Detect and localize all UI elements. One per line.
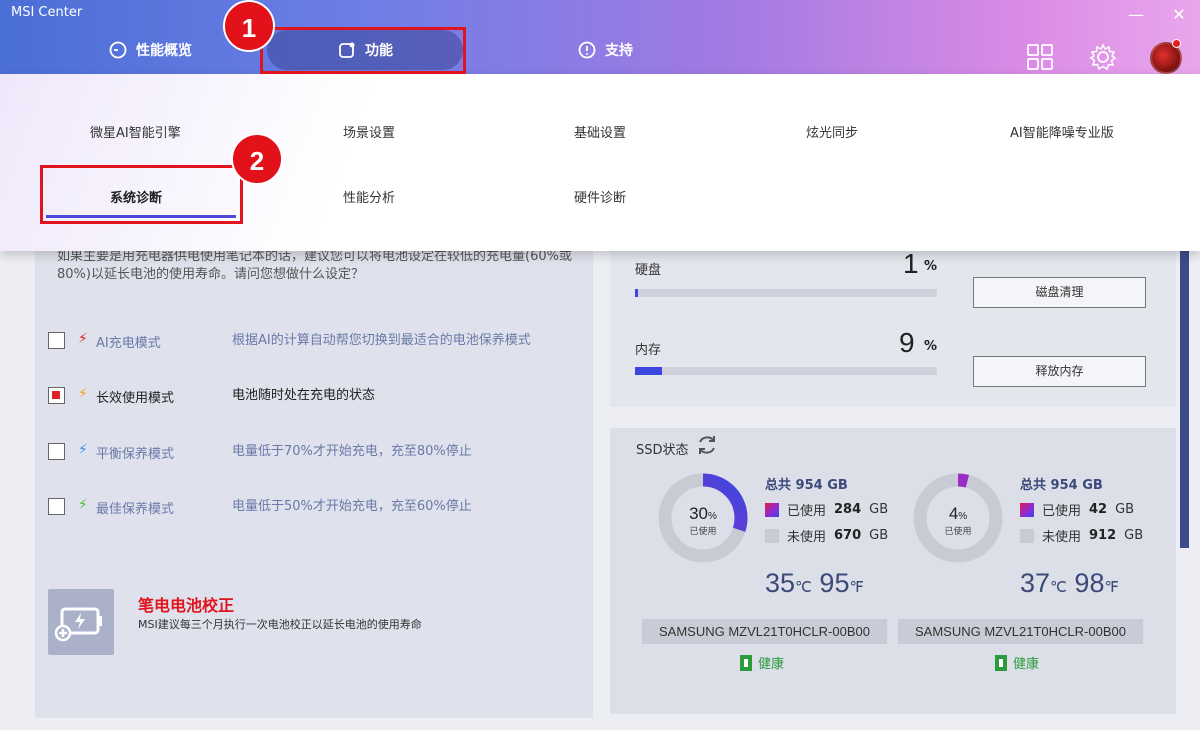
battery-option-balanced[interactable]: ⚡ 平衡保养模式 电量低于70%才开始充电，充至80%停止 — [48, 441, 588, 477]
free-memory-button[interactable]: 释放内存 — [973, 356, 1146, 387]
minimize-button[interactable]: — — [1125, 4, 1147, 26]
battery-option-best[interactable]: ⚡ 最佳保养模式 电量低于50%才开始充电，充至60%停止 — [48, 496, 588, 532]
ssd-used-row-2: 已使用 42 GB — [1020, 500, 1134, 519]
disk-usage-fill — [635, 289, 639, 297]
tab-performance-overview[interactable]: 性能概览 — [100, 30, 200, 70]
checkbox[interactable] — [48, 387, 65, 404]
health-icon — [995, 654, 1007, 671]
ssd-health-1: 健康 — [740, 653, 784, 672]
percent-unit: % — [708, 511, 717, 522]
title-bar: MSI Center — ✕ 性能概览 功能 支持 — [0, 0, 1200, 74]
percent-unit: % — [958, 511, 968, 522]
app-title: MSI Center — [11, 5, 83, 20]
ssd-total-2: 总共 954 GB — [1020, 478, 1103, 493]
free-swatch — [765, 528, 779, 543]
checkbox[interactable] — [48, 498, 65, 515]
bolt-icon: ⚡ — [78, 497, 88, 513]
memory-label: 内存 — [635, 343, 662, 358]
ssd-temperature-1: 35℃ 95℉ — [765, 568, 864, 598]
ssd-title: SSD状态 — [636, 443, 689, 458]
option-desc: 根据AI的计算自动帮您切换到最适合的电池保养模式 — [232, 333, 531, 348]
ssd-donut-label-1: 30% 已使用 — [657, 504, 749, 537]
ssd-temperature-2: 37℃ 98℉ — [1020, 568, 1119, 598]
ssd-free-row-2: 未使用 912 GB — [1020, 526, 1143, 545]
support-icon — [578, 41, 596, 59]
used-swatch — [1020, 502, 1034, 517]
memory-usage-bar — [635, 367, 937, 375]
bolt-icon: ⚡ — [78, 331, 88, 347]
health-icon — [740, 654, 752, 671]
ssd-percent: 30 — [689, 504, 708, 523]
ssd-model-1: SAMSUNG MZVL21T0HCLR-00B00 — [642, 619, 887, 644]
disk-unit: % — [924, 259, 938, 274]
battery-description: 如果主要是用充电器供电使用笔记本的话，建议您可以将电池设定在较低的充电量(60%… — [57, 249, 572, 282]
callout-number-2: 2 — [231, 133, 283, 185]
calibration-title[interactable]: 笔电电池校正 — [138, 592, 234, 616]
callout-number-1: 1 — [223, 0, 275, 52]
used-swatch — [765, 502, 779, 517]
ssd-percent-label: 已使用 — [944, 527, 972, 537]
tab-label: 支持 — [605, 43, 633, 59]
option-desc: 电池随时处在充电的状态 — [232, 388, 376, 403]
memory-unit: % — [924, 339, 938, 354]
notification-dot — [1172, 39, 1181, 48]
menu-item-performance-analysis[interactable]: 性能分析 — [343, 187, 395, 206]
tab-label: 性能概览 — [136, 43, 192, 59]
menu-item-ai-noise-cancel[interactable]: AI智能降噪专业版 — [1010, 122, 1114, 141]
free-swatch — [1020, 528, 1034, 543]
grid-icon[interactable] — [1025, 42, 1055, 72]
tab-support[interactable]: 支持 — [545, 30, 665, 70]
menu-item-hardware-diagnosis[interactable]: 硬件诊断 — [574, 187, 626, 206]
gear-icon[interactable] — [1088, 42, 1118, 72]
battery-option-ai[interactable]: ⚡ AI充电模式 根据AI的计算自动帮您切换到最适合的电池保养模式 — [48, 330, 588, 366]
checkbox[interactable] — [48, 332, 65, 349]
memory-value: 9 — [899, 327, 915, 358]
ssd-donut-label-2: 4% 已使用 — [912, 504, 1004, 537]
ssd-model-2: SAMSUNG MZVL21T0HCLR-00B00 — [898, 619, 1143, 644]
ssd-health-2: 健康 — [995, 653, 1039, 672]
battery-option-longlife[interactable]: ⚡ 长效使用模式 电池随时处在充电的状态 — [48, 385, 588, 421]
menu-item-scenario[interactable]: 场景设置 — [343, 122, 395, 141]
scrollbar[interactable] — [1180, 250, 1189, 548]
option-desc: 电量低于50%才开始充电，充至60%停止 — [232, 499, 472, 514]
bolt-icon: ⚡ — [78, 386, 88, 402]
ssd-percent: 4 — [948, 504, 959, 523]
ssd-percent-label: 已使用 — [689, 527, 717, 537]
bolt-icon: ⚡ — [78, 442, 88, 458]
performance-gauge-icon — [109, 41, 127, 59]
disk-usage-bar — [635, 289, 937, 297]
ssd-total-1: 总共 954 GB — [765, 478, 848, 493]
memory-usage-fill — [635, 367, 663, 375]
menu-item-ai-engine[interactable]: 微星AI智能引擎 — [90, 122, 181, 141]
option-label: AI充电模式 — [96, 336, 161, 351]
battery-panel — [35, 240, 593, 718]
close-button[interactable]: ✕ — [1168, 4, 1190, 26]
option-label: 最佳保养模式 — [96, 502, 175, 517]
option-label: 长效使用模式 — [96, 391, 175, 406]
ssd-used-row-1: 已使用 284 GB — [765, 500, 888, 519]
checkbox[interactable] — [48, 443, 65, 460]
calibration-desc: MSI建议每三个月执行一次电池校正以延长电池的使用寿命 — [138, 618, 422, 631]
callout-box-1 — [260, 27, 466, 74]
disk-value: 1 — [903, 248, 919, 279]
option-label: 平衡保养模式 — [96, 447, 175, 462]
disk-cleanup-button[interactable]: 磁盘清理 — [973, 277, 1146, 308]
refresh-icon[interactable] — [695, 433, 719, 457]
menu-item-basic-settings[interactable]: 基础设置 — [574, 122, 626, 141]
battery-calibration-icon[interactable] — [48, 589, 114, 655]
ssd-free-row-1: 未使用 670 GB — [765, 526, 888, 545]
disk-label: 硬盘 — [635, 263, 662, 278]
features-menu: 微星AI智能引擎 场景设置 基础设置 炫光同步 AI智能降噪专业版 系统诊断 性… — [0, 74, 1200, 251]
menu-item-mystic-light[interactable]: 炫光同步 — [806, 122, 858, 141]
option-desc: 电量低于70%才开始充电，充至80%停止 — [232, 444, 472, 459]
callout-box-2 — [40, 165, 243, 224]
